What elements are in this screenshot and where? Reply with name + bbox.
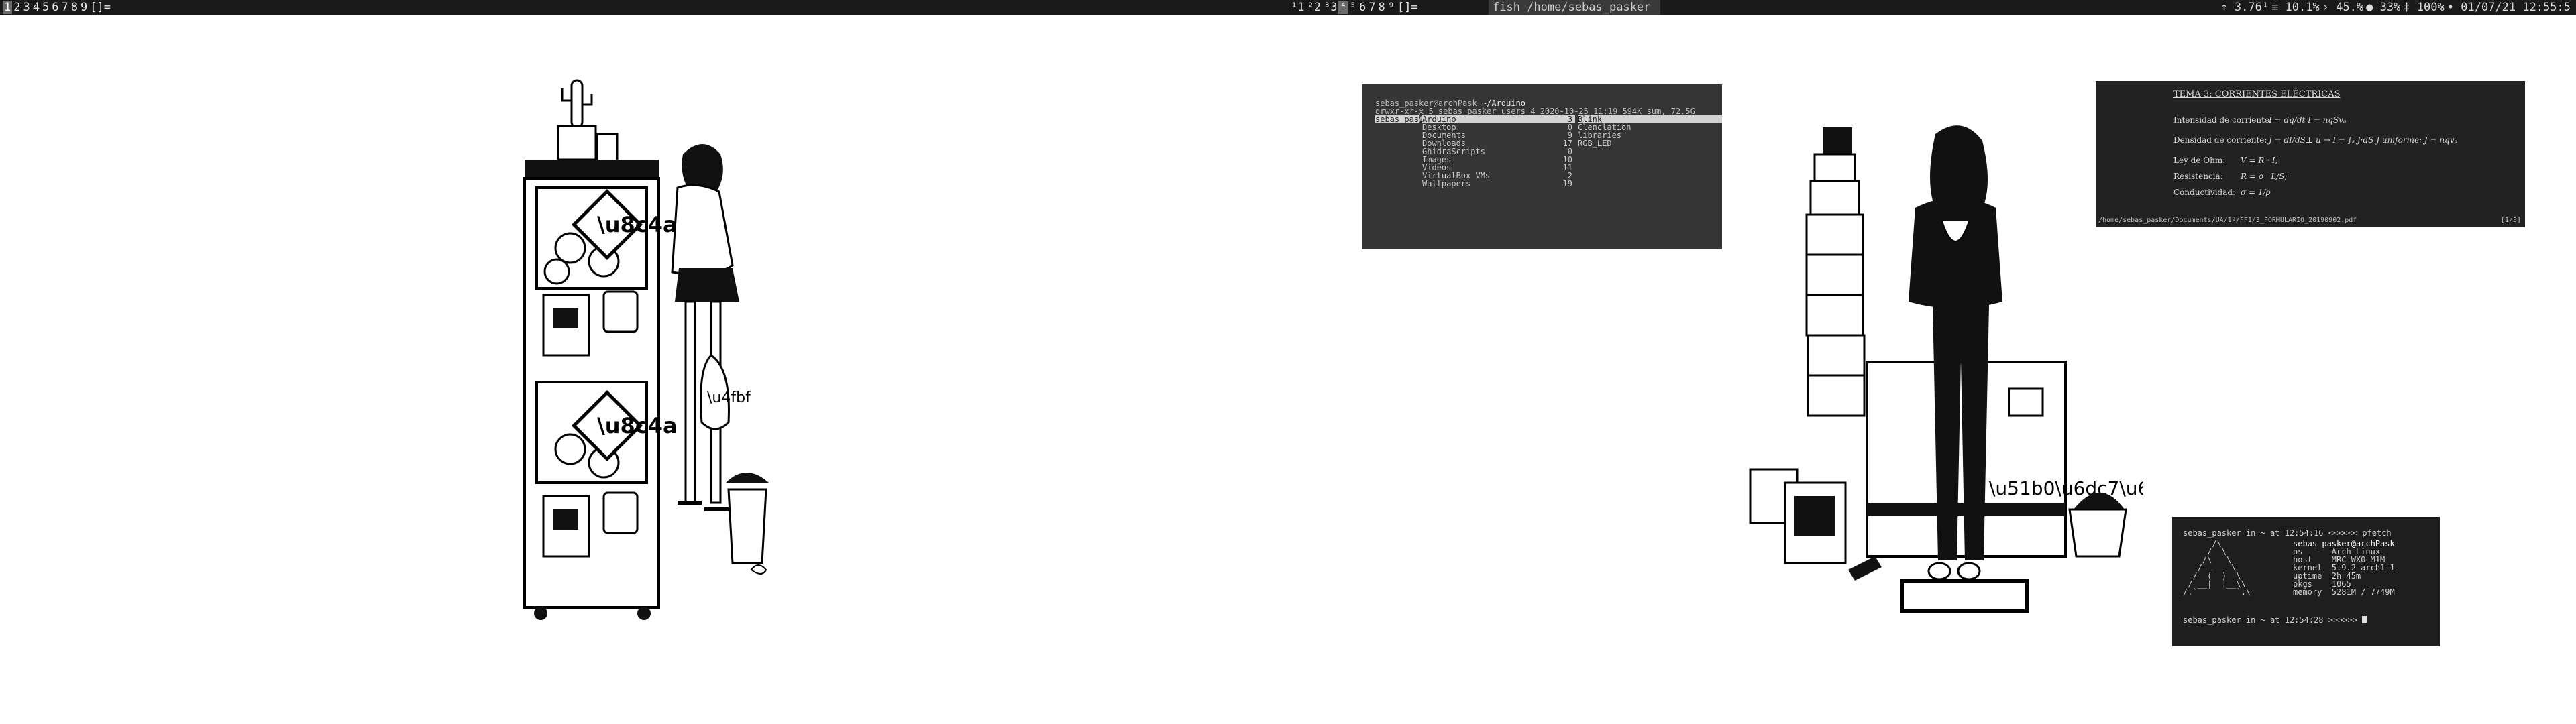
current-column[interactable]: Arduino 3 Desktop 0 Documents 9 Downloads 17 Ghi… xyxy=(1422,115,1575,188)
arch-logo: /\ / \ /\ \ / __ \ / ( ) \ / __| |__\\/.… xyxy=(2183,540,2251,596)
pfetch-info: sebas_pasker@archPask os Arch Linux host M… xyxy=(2293,540,2395,596)
formula-text: I = dq/dt I = nqSvₐ xyxy=(2269,115,2347,125)
pdf-page-indicator: [1/3] xyxy=(2500,217,2521,224)
workspace-tag[interactable]: 8 xyxy=(70,1,79,14)
wallpaper-illustration-right: \u51b0\u6dc7\u6dcb xyxy=(1749,125,2143,613)
workspace-tag[interactable]: 2 xyxy=(12,1,21,14)
parent-entry[interactable]: sebas_pas xyxy=(1375,115,1419,123)
workspace-tag[interactable]: ⁴ xyxy=(1338,1,1348,14)
workspace-tag[interactable]: ¹1 xyxy=(1289,1,1305,14)
directory-entry[interactable]: Wallpapers 19 xyxy=(1422,180,1575,188)
formula-label: Densidad de corriente: xyxy=(2174,135,2267,145)
workspace-tag[interactable]: ³3 xyxy=(1322,1,1338,14)
workspace-tag[interactable]: []= xyxy=(1396,1,1419,14)
window-title: fish /home/sebas_pasker xyxy=(1489,0,1660,15)
workspace-tag[interactable]: 6 xyxy=(50,1,60,14)
status-item: › 45.% xyxy=(2322,1,2364,14)
terminal-window[interactable]: sebas_pasker in ~ at 12:54:16 <<<<<< pfe… xyxy=(2172,517,2440,646)
svg-text:\u51b0\u6dc7\u6dcb: \u51b0\u6dc7\u6dcb xyxy=(1989,477,2143,499)
status-area: ↑ 3.76¹ ≡ 10.1% › 45.% ● 33% ‡ 100% ∙ 01/07/2… xyxy=(2219,0,2572,15)
status-item: ↑ 3.76¹ xyxy=(2220,1,2269,14)
workspace-tag[interactable]: 9 xyxy=(79,1,89,14)
workspace-list-tagged: ¹1 ²2 ³3 ⁴ ⁵ 6 7 8 ⁹ []= xyxy=(1289,0,1419,15)
entry-name: sebas_pas xyxy=(1375,115,1419,124)
wallpaper-illustration-left: \u8c4a \u8c4a \u4fbf xyxy=(523,79,769,620)
terminal-prompt: sebas_pasker in ~ at 12:54:28 >>>>>> xyxy=(2183,615,2363,625)
terminal-prompt-line: sebas_pasker in ~ at 12:54:16 <<<<<< pfe… xyxy=(2183,528,2392,538)
pdf-file-path: /home/sebas_pasker/Documents/UA/1º/FF1/3… xyxy=(2098,217,2357,224)
formula-text: V = R · I; xyxy=(2241,156,2278,165)
status-item: ∙ 01/07/21 12:55:5 xyxy=(2447,1,2571,14)
formula-label: Intensidad de corriente: xyxy=(2174,115,2273,125)
entry-name: RGB_LED xyxy=(1578,139,1612,148)
formula-label: Conductividad: xyxy=(2174,188,2236,197)
workspace-tag[interactable]: ²2 xyxy=(1305,1,1322,14)
formula-text: J = dI/dS⊥ u ⇒ I = ∫ₛ J·dS J uniforme: J… xyxy=(2269,135,2458,145)
file-manager-window[interactable]: sebas_pasker@archPask ~/Arduino drwxr-xr… xyxy=(1362,84,1722,249)
workspace-tag[interactable]: ⁹ xyxy=(1387,1,1396,14)
formula-text: R = ρ · L/S; xyxy=(2241,172,2288,181)
top-bar: 1 2 3 4 5 6 7 8 9 []= ¹1 ²2 ³3 ⁴ ⁵ 6 7 8 ⁹ []= fish /home/… xyxy=(0,0,2576,15)
workspace-tag[interactable]: 7 xyxy=(60,1,70,14)
preview-column[interactable]: Blink Clenclation libraries RGB_LED xyxy=(1578,115,1722,147)
entry-name: Wallpapers xyxy=(1422,179,1471,188)
workspace-tag[interactable]: 3 xyxy=(22,1,32,14)
text-cursor xyxy=(2362,616,2367,623)
parent-column[interactable]: sebas_pas xyxy=(1375,115,1419,123)
status-item: ≡ 10.1% xyxy=(2271,1,2320,14)
workspace-tag[interactable]: ⁵ xyxy=(1348,1,1358,14)
svg-text:\u4fbf: \u4fbf xyxy=(707,389,751,406)
svg-text:\u8c4a: \u8c4a xyxy=(597,413,678,438)
workspace-list-left: 1 2 3 4 5 6 7 8 9 []= xyxy=(3,0,112,15)
info-line: memory 5281M / 7749M xyxy=(2293,587,2395,597)
workspace-tag[interactable]: []= xyxy=(89,1,112,14)
status-item: ● 33% xyxy=(2366,1,2401,14)
logo-line: /.` `.\ xyxy=(2183,587,2251,597)
formula-label: Ley de Ohm: xyxy=(2174,156,2226,165)
pdf-viewer-window[interactable]: TEMA 3: CORRIENTES ELÉCTRICAS Intensidad… xyxy=(2096,81,2525,227)
workspace-tag[interactable]: 4 xyxy=(32,1,41,14)
status-item: ‡ 100% xyxy=(2403,1,2445,14)
workspace-tag[interactable]: 8 xyxy=(1377,1,1386,14)
workspace-tag[interactable]: 6 xyxy=(1358,1,1367,14)
entry-count: 19 xyxy=(1562,179,1572,188)
formula-label: Resistencia: xyxy=(2174,172,2223,181)
workspace-tag[interactable]: 1 xyxy=(3,1,13,14)
svg-text:\u8c4a: \u8c4a xyxy=(597,212,678,237)
workspace-tag[interactable]: 7 xyxy=(1367,1,1377,14)
workspace-tag[interactable]: 5 xyxy=(41,1,50,14)
formula-text: σ = 1/ρ xyxy=(2241,188,2271,197)
preview-entry[interactable]: RGB_LED xyxy=(1578,139,1722,147)
terminal-input-line[interactable]: sebas_pasker in ~ at 12:54:28 >>>>>> xyxy=(2183,616,2367,624)
pdf-heading: TEMA 3: CORRIENTES ELÉCTRICAS xyxy=(2174,89,2341,99)
